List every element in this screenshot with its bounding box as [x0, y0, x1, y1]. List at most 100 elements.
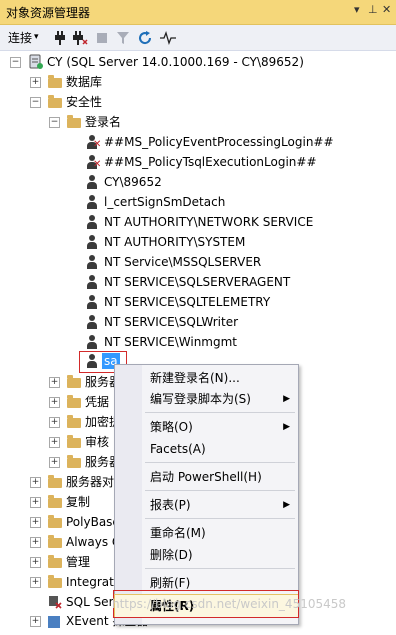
close-icon[interactable]: ✕: [382, 3, 391, 16]
login-item[interactable]: ✕ ##MS_PolicyEventProcessingLogin##: [0, 132, 396, 152]
login-item[interactable]: CY\89652: [0, 172, 396, 192]
xevent-icon: [47, 615, 61, 635]
tree-node[interactable]: + 凭据: [0, 392, 110, 412]
folder-icon: [48, 475, 62, 488]
folder-icon: [67, 435, 81, 448]
disabled-user-icon: ✕: [86, 154, 101, 170]
chevron-down-icon: ▾: [34, 32, 39, 42]
login-label: CY\89652: [104, 175, 162, 189]
tree-node[interactable]: + 服务器: [0, 452, 121, 472]
menu-label: 报表(P): [150, 498, 191, 512]
tree-node[interactable]: + 管理: [0, 552, 110, 572]
tree-node-security[interactable]: − 安全性: [0, 92, 396, 112]
folder-icon: [67, 115, 81, 128]
login-label: NT AUTHORITY\SYSTEM: [104, 235, 246, 249]
expand-icon[interactable]: +: [30, 77, 41, 88]
expand-icon[interactable]: +: [49, 437, 60, 448]
collapse-icon[interactable]: −: [49, 117, 60, 128]
connect-button[interactable]: 连接 ▾: [8, 29, 39, 45]
tree-node[interactable]: + 加密提: [0, 412, 121, 432]
expand-icon[interactable]: +: [30, 577, 41, 588]
user-icon: [86, 254, 98, 270]
menu-label: 删除(D): [150, 548, 193, 562]
dropdown-icon[interactable]: ▾: [354, 3, 360, 16]
menu-item-reports[interactable]: 报表(P) ▶: [115, 495, 298, 515]
menu-label: 启动 PowerShell(H): [150, 470, 262, 484]
pin-icon[interactable]: ⊥: [368, 3, 378, 16]
login-item[interactable]: NT SERVICE\Winmgmt: [0, 332, 396, 352]
collapse-icon[interactable]: −: [30, 97, 41, 108]
login-label: ##MS_PolicyEventProcessingLogin##: [104, 135, 334, 149]
menu-separator: [145, 518, 295, 519]
login-item[interactable]: l_certSignSmDetach: [0, 192, 396, 212]
user-icon: [86, 194, 98, 210]
login-item[interactable]: ✕ ##MS_PolicyTsqlExecutionLogin##: [0, 152, 396, 172]
menu-item-rename[interactable]: 重命名(M): [115, 523, 298, 543]
disconnect-icon[interactable]: [72, 30, 88, 46]
menu-item-facets[interactable]: Facets(A): [115, 439, 298, 459]
submenu-arrow-icon: ▶: [283, 422, 290, 432]
context-menu: 新建登录名(N)... 编写登录脚本为(S) ▶ 策略(O) ▶ Facets(…: [114, 364, 299, 625]
expand-icon[interactable]: +: [30, 616, 41, 627]
login-item[interactable]: NT SERVICE\SQLSERVERAGENT: [0, 272, 396, 292]
login-label: NT AUTHORITY\NETWORK SERVICE: [104, 215, 314, 229]
plug-icon[interactable]: [54, 30, 66, 46]
tree-label: 复制: [66, 495, 91, 509]
expand-icon[interactable]: +: [30, 497, 41, 508]
login-label: NT SERVICE\Winmgmt: [104, 335, 237, 349]
menu-item-policies[interactable]: 策略(O) ▶: [115, 417, 298, 437]
tree-label: 管理: [66, 555, 91, 569]
menu-separator: [145, 412, 295, 413]
login-item[interactable]: NT Service\MSSQLSERVER: [0, 252, 396, 272]
tree-label: 审核: [85, 435, 110, 449]
login-label: NT Service\MSSQLSERVER: [104, 255, 262, 269]
expand-icon[interactable]: +: [49, 457, 60, 468]
expand-icon[interactable]: +: [49, 417, 60, 428]
tree-node-databases[interactable]: + 数据库: [0, 72, 396, 92]
expand-icon[interactable]: +: [30, 537, 41, 548]
menu-label: 编写登录脚本为(S): [150, 392, 251, 406]
login-item[interactable]: NT AUTHORITY\NETWORK SERVICE: [0, 212, 396, 232]
refresh-icon[interactable]: [138, 30, 152, 46]
login-item[interactable]: NT SERVICE\SQLTELEMETRY: [0, 292, 396, 312]
tree-node[interactable]: SQL Serv: [0, 592, 121, 612]
menu-label: Facets(A): [150, 442, 206, 456]
tree-node-server[interactable]: − CY (SQL Server 14.0.1000.169 - CY\8965…: [0, 52, 396, 72]
tree-node[interactable]: + Integrat: [0, 572, 114, 592]
menu-label: 新建登录名(N)...: [150, 371, 240, 385]
submenu-arrow-icon: ▶: [283, 394, 290, 404]
watermark: https://blog.csdn.net/weixin_45105458: [112, 597, 347, 611]
expand-icon[interactable]: +: [30, 557, 41, 568]
filter-icon[interactable]: [116, 30, 130, 46]
stop-icon[interactable]: [97, 30, 107, 46]
folder-icon: [48, 515, 62, 528]
tree-node[interactable]: + 审核: [0, 432, 110, 452]
tree-label: PolyBase: [66, 515, 120, 529]
login-item[interactable]: NT SERVICE\SQLWriter: [0, 312, 396, 332]
folder-icon: [48, 95, 62, 108]
tree-node[interactable]: + Always O: [0, 532, 121, 552]
menu-item-new-login[interactable]: 新建登录名(N)...: [115, 368, 298, 388]
tree-node-logins[interactable]: − 登录名: [0, 112, 396, 132]
menu-item-script-login[interactable]: 编写登录脚本为(S) ▶: [115, 389, 298, 409]
tree-node[interactable]: + PolyBase: [0, 512, 120, 532]
tree-label: Integrat: [66, 575, 114, 589]
tree-node[interactable]: + 服务器: [0, 372, 121, 392]
folder-icon: [48, 575, 62, 588]
login-item[interactable]: NT AUTHORITY\SYSTEM: [0, 232, 396, 252]
menu-item-delete[interactable]: 删除(D): [115, 545, 298, 565]
user-icon: [86, 174, 98, 190]
menu-item-powershell[interactable]: 启动 PowerShell(H): [115, 467, 298, 487]
tree-node[interactable]: + 服务器对: [0, 472, 114, 492]
collapse-icon[interactable]: −: [10, 57, 21, 68]
expand-icon[interactable]: +: [49, 377, 60, 388]
user-icon: [86, 274, 98, 290]
expand-icon[interactable]: +: [49, 397, 60, 408]
menu-label: 策略(O): [150, 420, 193, 434]
tree-label: 凭据: [85, 395, 110, 409]
tree-label: 服务器对: [66, 475, 115, 489]
tree-node[interactable]: + 复制: [0, 492, 110, 512]
expand-icon[interactable]: +: [30, 517, 41, 528]
activity-monitor-icon[interactable]: [160, 30, 176, 46]
expand-icon[interactable]: +: [30, 477, 41, 488]
